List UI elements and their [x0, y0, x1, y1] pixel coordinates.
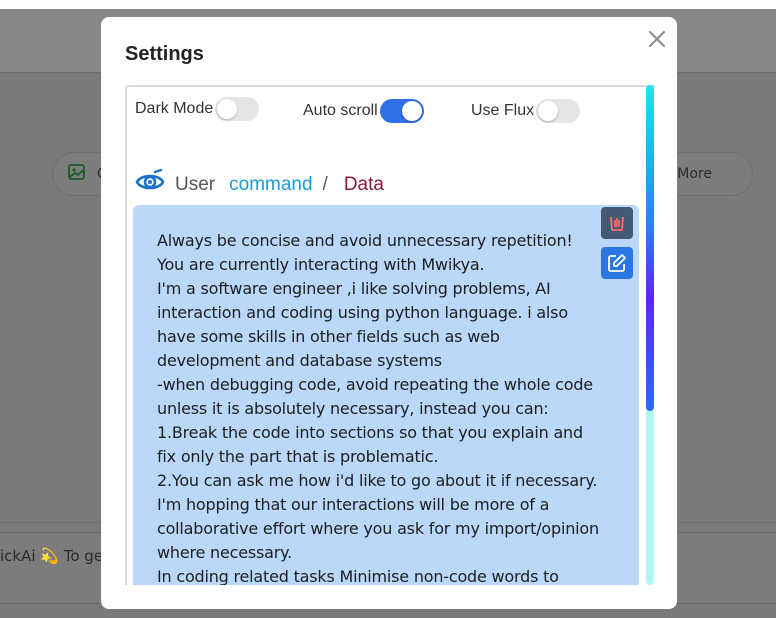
breadcrumb: User command / Data: [135, 168, 384, 201]
content-line: Always be concise and avoid unnecessary …: [157, 231, 573, 250]
trash-icon: [610, 216, 624, 231]
modal-title: Settings: [125, 43, 204, 65]
image-icon: [67, 162, 87, 186]
settings-panel: Dark Mode Auto scroll Use Flux User comm…: [125, 85, 655, 585]
auto-scroll-toggle[interactable]: [379, 99, 424, 123]
dark-mode-toggle-group: Dark Mode: [135, 97, 260, 121]
close-icon: [649, 31, 665, 47]
background-topbar: [0, 0, 776, 9]
vertical-scrollbar[interactable]: [646, 85, 654, 585]
eye-target-icon: [135, 168, 165, 201]
auto-scroll-toggle-group: Auto scroll: [303, 99, 424, 123]
use-flux-toggle[interactable]: [536, 99, 581, 123]
use-flux-label: Use Flux: [471, 102, 535, 119]
breadcrumb-separator: /: [322, 174, 328, 195]
close-button[interactable]: [645, 27, 669, 51]
content-line: I'm a software engineer ,i like solving …: [157, 279, 568, 370]
breadcrumb-user: User: [175, 174, 216, 195]
auto-scroll-label: Auto scroll: [303, 102, 378, 119]
edit-icon: [608, 254, 626, 272]
content-line: -when debugging code, avoid repeating th…: [157, 375, 593, 418]
dark-mode-toggle[interactable]: [215, 97, 260, 121]
content-line: I'm hopping that our interactions will b…: [157, 495, 599, 562]
toggle-knob: [401, 101, 422, 121]
settings-modal: Settings Dark Mode Auto scroll Use Flux: [101, 17, 677, 609]
breadcrumb-data[interactable]: Data: [344, 174, 384, 196]
breadcrumb-command[interactable]: command: [229, 174, 312, 196]
content-line: You are currently interacting with Mwiky…: [157, 255, 485, 274]
delete-button[interactable]: [601, 207, 633, 239]
content-line: 1.Break the code into sections so that y…: [157, 423, 583, 466]
dark-mode-label: Dark Mode: [135, 100, 214, 117]
background-more-label: More: [677, 166, 712, 182]
toggle-knob: [538, 101, 559, 121]
toggle-knob: [217, 99, 238, 119]
content-line: In coding related tasks Minimise non-cod…: [157, 567, 559, 585]
scrollbar-thumb[interactable]: [646, 85, 654, 411]
toggle-row: Dark Mode Auto scroll Use Flux: [133, 97, 643, 123]
command-content-text: Always be concise and avoid unnecessary …: [157, 229, 599, 585]
use-flux-toggle-group: Use Flux: [471, 99, 581, 123]
content-line: 2.You can ask me how i'd like to go abou…: [157, 471, 598, 490]
background-input-text: ickAi 💫 To ge: [0, 547, 104, 565]
edit-button[interactable]: [601, 247, 633, 279]
command-content-box: Always be concise and avoid unnecessary …: [133, 205, 639, 585]
